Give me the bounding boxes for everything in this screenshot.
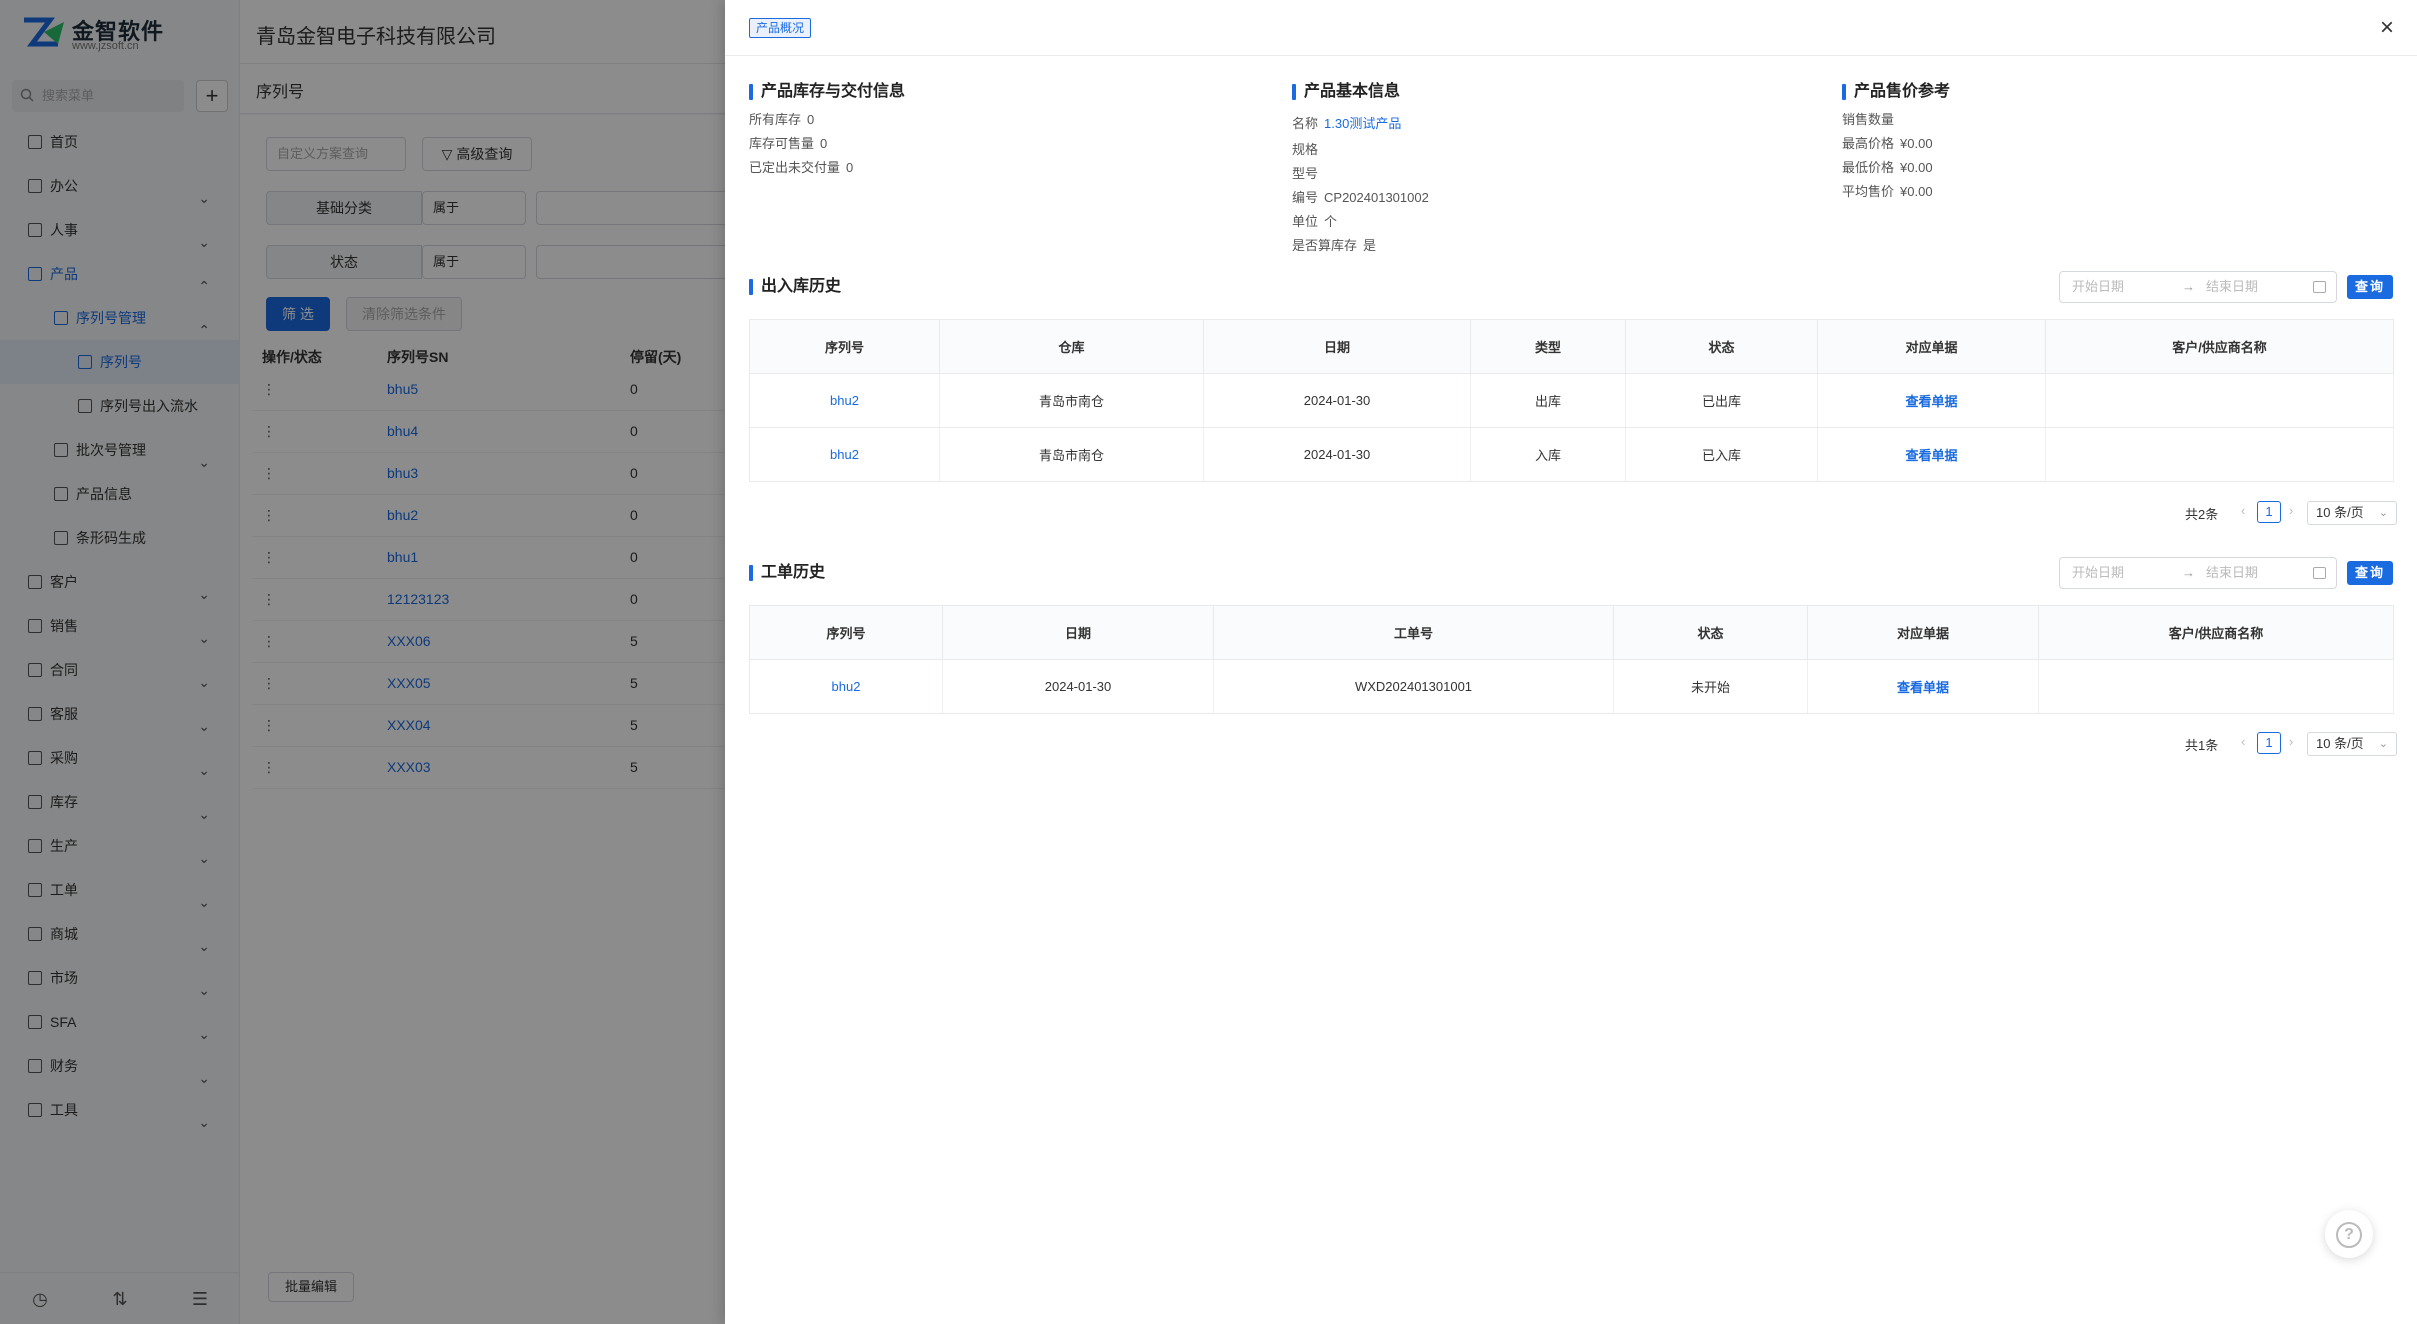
party-cell (2045, 373, 2394, 428)
col-header: 对应单据 (1807, 605, 2039, 660)
help-icon: ? (2336, 1222, 2362, 1249)
col-header: 日期 (942, 605, 1214, 660)
type-cell: 出库 (1470, 373, 1626, 428)
price-section-title: 产品售价参考 (1842, 82, 1950, 102)
page-size-select[interactable]: 10 条/页 ⌄ (2307, 732, 2397, 756)
col-header: 仓库 (939, 319, 1204, 374)
total-count: 共1条 (2185, 738, 2219, 753)
date-start-placeholder: 开始日期 (2072, 565, 2125, 580)
product-spec: 规格 (1292, 142, 1319, 157)
col-header: 日期 (1203, 319, 1471, 374)
stock-total: 所有库存 0 (749, 112, 815, 127)
product-stock-flag: 是否算库存是 (1292, 238, 1377, 253)
date-end-placeholder: 结束日期 (2206, 565, 2259, 580)
col-header: 序列号 (749, 605, 943, 660)
warehouse-cell: 青岛市南仓 (939, 373, 1204, 428)
status-cell: 未开始 (1613, 659, 1808, 714)
page-size-select[interactable]: 10 条/页 ⌄ (2307, 501, 2397, 525)
product-code: 编号 CP202401301002 (1292, 190, 1429, 205)
col-header: 对应单据 (1817, 319, 2046, 374)
help-button[interactable]: ? (2325, 1210, 2373, 1258)
table-row: bhu2 青岛市南仓 2024-01-30 出库 已出库 查看单据 (749, 373, 2394, 428)
col-header: 客户/供应商名称 (2045, 319, 2394, 374)
drawer-title-tag: 产品概况 (749, 18, 812, 38)
min-price: 最低价格 ¥0.00 (1842, 160, 1933, 175)
view-document-link[interactable]: 查看单据 (1817, 373, 2046, 428)
stock-saleable: 库存可售量 0 (749, 136, 828, 151)
table-header-row: 序列号 日期 工单号 状态 对应单据 客户/供应商名称 (749, 605, 2394, 660)
col-header: 状态 (1613, 605, 1808, 660)
date-cell: 2024-01-30 (1203, 427, 1471, 482)
date-cell: 2024-01-30 (942, 659, 1214, 714)
max-price: 最高价格 ¥0.00 (1842, 136, 1933, 151)
wo-pagination: 共1条 ‹ 1 › 10 条/页 ⌄ (2185, 732, 2405, 756)
wo-query-button[interactable]: 查询 (2347, 561, 2393, 585)
product-unit: 单位个 (1292, 214, 1338, 229)
chevron-down-icon: ⌄ (2378, 738, 2388, 750)
workorder-no-cell: WXD202401301001 (1213, 659, 1614, 714)
io-history-title: 出入库历史 (749, 277, 841, 297)
chevron-down-icon: ⌄ (2378, 507, 2388, 519)
wo-history-title: 工单历史 (749, 563, 825, 583)
wo-date-range[interactable]: 开始日期 → 结束日期 (2059, 557, 2337, 589)
overlay-mask[interactable] (0, 0, 725, 1324)
calendar-icon (2313, 567, 2326, 579)
col-header: 序列号 (749, 319, 940, 374)
view-document-link[interactable]: 查看单据 (1807, 659, 2039, 714)
col-header: 状态 (1625, 319, 1818, 374)
arrow-right-icon: → (2182, 279, 2195, 294)
col-header: 工单号 (1213, 605, 1614, 660)
col-header: 客户/供应商名称 (2038, 605, 2394, 660)
table-row: bhu2 青岛市南仓 2024-01-30 入库 已入库 查看单据 (749, 427, 2394, 482)
product-overview-drawer: 产品概况 × 产品库存与交付信息 所有库存 0 库存可售量 0 已定出未交付量 0 产… (725, 0, 2417, 1324)
avg-price: 平均售价 ¥0.00 (1842, 184, 1933, 199)
product-model: 型号 (1292, 166, 1319, 181)
status-cell: 已入库 (1625, 427, 1818, 482)
page-1-button[interactable]: 1 (2257, 732, 2281, 754)
table-header-row: 序列号 仓库 日期 类型 状态 对应单据 客户/供应商名称 (749, 319, 2394, 374)
calendar-icon (2313, 281, 2326, 293)
chevron-left-icon[interactable]: ‹ (2241, 503, 2245, 518)
party-cell (2045, 427, 2394, 482)
close-icon[interactable]: × (2373, 14, 2401, 42)
warehouse-cell: 青岛市南仓 (939, 427, 1204, 482)
date-start-placeholder: 开始日期 (2072, 279, 2125, 294)
col-header: 类型 (1470, 319, 1626, 374)
type-cell: 入库 (1470, 427, 1626, 482)
page-1-button[interactable]: 1 (2257, 501, 2281, 523)
product-name: 名称 1.30测试产品 (1292, 116, 1402, 131)
product-name-link[interactable]: 1.30测试产品 (1324, 116, 1401, 131)
basic-section-title: 产品基本信息 (1292, 82, 1400, 102)
serial-link[interactable]: bhu2 (749, 659, 943, 714)
io-history-table: 序列号 仓库 日期 类型 状态 对应单据 客户/供应商名称 bhu2 青岛市南仓… (749, 319, 2394, 482)
table-row: bhu2 2024-01-30 WXD202401301001 未开始 查看单据 (749, 659, 2394, 714)
wo-history-table: 序列号 日期 工单号 状态 对应单据 客户/供应商名称 bhu2 2024-01… (749, 605, 2394, 714)
arrow-right-icon: → (2182, 565, 2195, 580)
drawer-header: 产品概况 × (725, 0, 2417, 56)
io-query-button[interactable]: 查询 (2347, 275, 2393, 299)
view-document-link[interactable]: 查看单据 (1817, 427, 2046, 482)
chevron-right-icon[interactable]: › (2289, 503, 2293, 518)
stock-section-title: 产品库存与交付信息 (749, 82, 905, 102)
chevron-right-icon[interactable]: › (2289, 734, 2293, 749)
serial-link[interactable]: bhu2 (749, 427, 940, 482)
sales-qty: 销售数量 (1842, 112, 1895, 127)
stock-undelivered: 已定出未交付量 0 (749, 160, 854, 175)
date-end-placeholder: 结束日期 (2206, 279, 2259, 294)
date-cell: 2024-01-30 (1203, 373, 1471, 428)
serial-link[interactable]: bhu2 (749, 373, 940, 428)
io-date-range[interactable]: 开始日期 → 结束日期 (2059, 271, 2337, 303)
io-pagination: 共2条 ‹ 1 › 10 条/页 ⌄ (2185, 501, 2405, 525)
total-count: 共2条 (2185, 507, 2219, 522)
status-cell: 已出库 (1625, 373, 1818, 428)
chevron-left-icon[interactable]: ‹ (2241, 734, 2245, 749)
party-cell (2038, 659, 2394, 714)
